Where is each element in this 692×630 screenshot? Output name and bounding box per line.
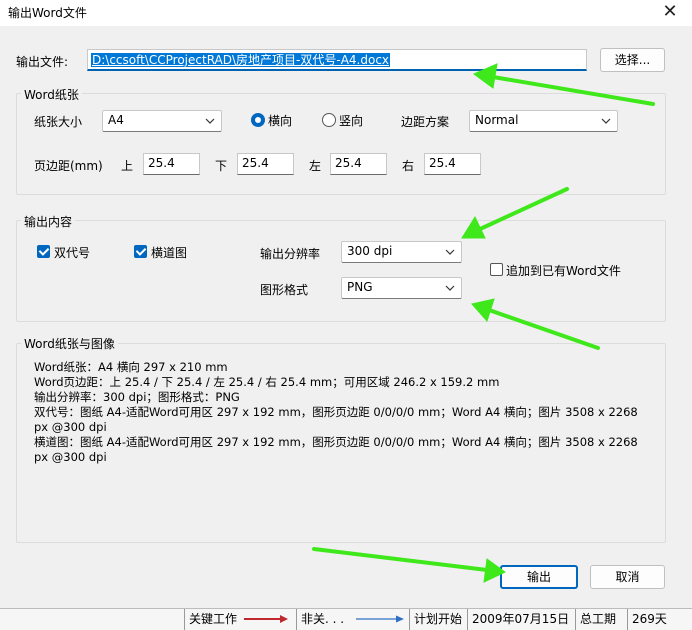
margin-scheme-value: Normal bbox=[475, 113, 519, 127]
output-path-field[interactable]: D:\ccsoft\CCProjectRAD\房地产项目-双代号-A4.docx bbox=[87, 49, 587, 71]
append-checkbox[interactable] bbox=[490, 263, 503, 276]
info-line: 双代号：图纸 A4-适配Word可用区 297 x 192 mm，图形页边距 0… bbox=[34, 405, 638, 419]
lane-chart-checkbox[interactable] bbox=[134, 245, 147, 258]
landscape-radio[interactable] bbox=[251, 113, 265, 127]
critical-work-label: 关键工作 bbox=[184, 609, 240, 630]
annotation-arrow bbox=[312, 547, 506, 583]
info-line: Word纸张：A4 横向 297 x 210 mm bbox=[34, 360, 228, 374]
format-select[interactable]: PNG bbox=[341, 277, 462, 299]
info-line: px @300 dpi bbox=[34, 450, 107, 464]
resolution-select[interactable]: 300 dpi bbox=[341, 241, 462, 263]
chevron-down-icon bbox=[445, 249, 455, 255]
margin-bottom-input[interactable]: 25.4 bbox=[237, 153, 294, 175]
status-bar: 关键工作 非关. . . 计划开始 2009年07月15日 总工期 269天 bbox=[0, 608, 692, 630]
planned-start-label: 计划开始 bbox=[409, 609, 467, 630]
resolution-value: 300 dpi bbox=[347, 244, 393, 258]
lane-chart-label: 横道图 bbox=[151, 246, 188, 260]
close-icon[interactable]: ✕ bbox=[658, 1, 682, 22]
margins-label: 页边距(mm) bbox=[34, 159, 103, 173]
dual-code-checkbox[interactable] bbox=[37, 245, 50, 258]
paper-size-value: A4 bbox=[108, 113, 124, 127]
window-title: 输出Word文件 bbox=[8, 6, 87, 20]
cancel-button[interactable]: 取消 bbox=[590, 565, 665, 589]
info-line: Word页边距：上 25.4 / 下 25.4 / 左 25.4 / 右 25.… bbox=[34, 375, 500, 389]
noncritical-arrow-icon bbox=[356, 615, 404, 623]
margin-scheme-select[interactable]: Normal bbox=[469, 110, 618, 132]
info-line: px @300 dpi bbox=[34, 420, 107, 434]
chevron-down-icon bbox=[445, 285, 455, 291]
output-path-value: D:\ccsoft\CCProjectRAD\房地产项目-双代号-A4.docx bbox=[91, 53, 391, 67]
critical-arrow-icon bbox=[244, 615, 288, 623]
info-group-title: Word纸张与图像 bbox=[21, 335, 118, 352]
info-line: 横道图：图纸 A4-适配Word可用区 297 x 192 mm，图形页边距 0… bbox=[34, 435, 638, 449]
info-line: 输出分辨率：300 dpi；图形格式：PNG bbox=[34, 390, 240, 404]
margin-left-input[interactable]: 25.4 bbox=[330, 153, 387, 175]
browse-button[interactable]: 选择... bbox=[600, 48, 665, 72]
landscape-label: 横向 bbox=[268, 114, 293, 128]
margin-right-label: 右 bbox=[402, 159, 415, 173]
margin-scheme-label: 边距方案 bbox=[401, 115, 450, 129]
content-group-title: 输出内容 bbox=[21, 213, 76, 230]
margin-top-input[interactable]: 25.4 bbox=[143, 153, 200, 175]
paper-group bbox=[16, 93, 666, 195]
portrait-radio[interactable] bbox=[322, 113, 336, 127]
export-button[interactable]: 输出 bbox=[500, 565, 578, 589]
resolution-label: 输出分辨率 bbox=[260, 247, 321, 261]
output-file-label: 输出文件: bbox=[16, 55, 69, 69]
append-label: 追加到已有Word文件 bbox=[506, 264, 621, 278]
margin-bottom-label: 下 bbox=[215, 159, 228, 173]
format-label: 图形格式 bbox=[260, 283, 309, 297]
margin-right-input[interactable]: 25.4 bbox=[424, 153, 481, 175]
title-bar: 输出Word文件 ✕ bbox=[0, 0, 692, 26]
format-value: PNG bbox=[347, 280, 373, 294]
paper-group-title: Word纸张 bbox=[21, 86, 82, 103]
portrait-label: 竖向 bbox=[339, 114, 364, 128]
chevron-down-icon bbox=[205, 118, 215, 124]
margin-top-label: 上 bbox=[121, 159, 134, 173]
margin-left-label: 左 bbox=[309, 159, 322, 173]
info-text: Word纸张：A4 横向 297 x 210 mm Word页边距：上 25.4… bbox=[34, 360, 654, 465]
paper-size-select[interactable]: A4 bbox=[102, 110, 222, 132]
dual-code-label: 双代号 bbox=[54, 246, 91, 260]
noncritical-work-label: 非关. . . bbox=[296, 609, 354, 630]
planned-start-value: 2009年07月15日 bbox=[467, 609, 575, 630]
total-duration-value: 269天 bbox=[627, 609, 692, 630]
paper-size-label: 纸张大小 bbox=[34, 115, 83, 129]
total-duration-label: 总工期 bbox=[575, 609, 627, 630]
chevron-down-icon bbox=[601, 118, 611, 124]
